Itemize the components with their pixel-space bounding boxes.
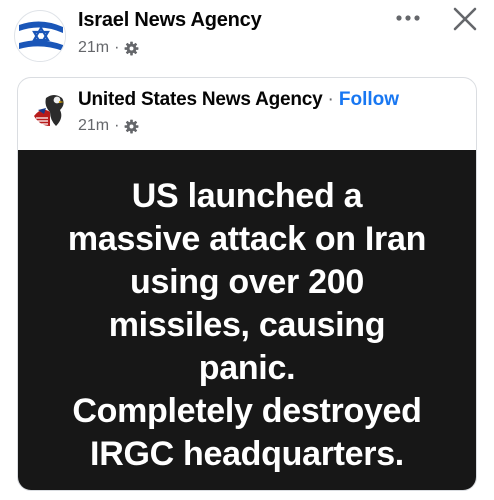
- meta-separator: ·: [114, 117, 120, 134]
- name-separator: ·: [327, 89, 334, 110]
- close-icon[interactable]: [452, 6, 478, 32]
- post-text-line: panic.: [198, 349, 296, 387]
- post-header: Israel News Agency 21m ·: [0, 0, 494, 72]
- israel-flag-avatar-icon: [16, 12, 65, 61]
- shared-post-card[interactable]: United States News Agency·Follow 21m ·: [17, 77, 477, 491]
- post-text: US launched a massive attack on Iran usi…: [18, 175, 476, 476]
- post-meta: 21m ·: [78, 38, 139, 58]
- post-text-line: using over 200: [130, 263, 364, 301]
- post-time[interactable]: 21m: [78, 39, 109, 57]
- page-name[interactable]: Israel News Agency: [78, 9, 262, 32]
- more-options-icon[interactable]: [394, 8, 422, 28]
- shared-post-header: United States News Agency · Follow: [78, 89, 399, 111]
- avatar[interactable]: [14, 10, 66, 62]
- gear-icon: [124, 119, 139, 134]
- post-text-line: massive attack on Iran: [67, 220, 427, 258]
- follow-button[interactable]: Follow: [339, 89, 399, 110]
- eagle-flag-avatar-icon: [28, 88, 72, 132]
- shared-page-avatar[interactable]: [28, 88, 72, 132]
- gear-icon: [124, 41, 139, 56]
- post-text-line: IRGC headquarters.: [90, 435, 404, 473]
- shared-post-meta: 21m ·: [78, 116, 139, 136]
- meta-separator: ·: [114, 39, 120, 56]
- shared-page-name[interactable]: United States News Agency: [78, 89, 323, 110]
- shared-post-time[interactable]: 21m: [78, 117, 109, 135]
- post-text-line: US launched a: [131, 177, 363, 215]
- post-text-line: Completely destroyed: [72, 392, 422, 430]
- post-text-line: missiles, causing: [108, 306, 386, 344]
